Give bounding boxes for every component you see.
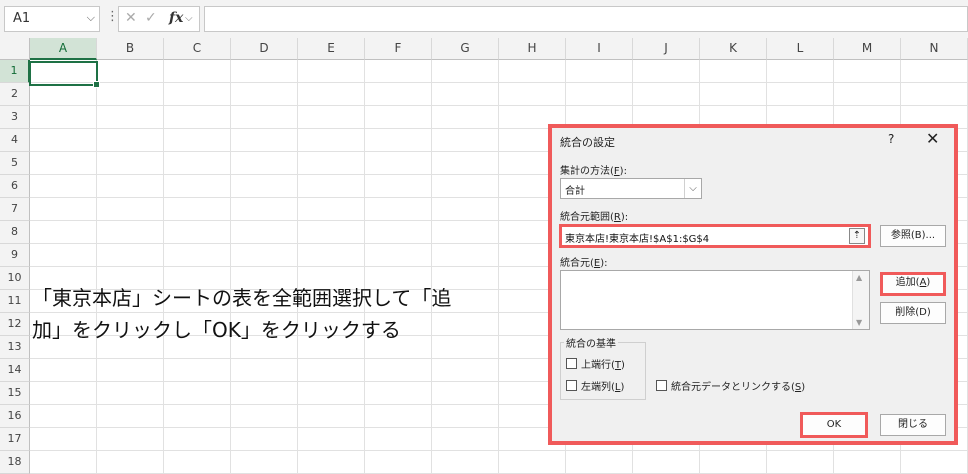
scroll-up-icon[interactable]: ▲ [856, 273, 862, 282]
dialog-title: 統合の設定 [560, 136, 615, 149]
column-header-f[interactable]: F [365, 38, 432, 60]
consolidate-dialog: 統合の設定 ? ✕ 集計の方法(F): 合計 ⌵ 統合元範囲(R): 東京本店!… [548, 124, 958, 445]
row-header-4[interactable]: 4 [0, 129, 30, 152]
browse-button[interactable]: 参照(B)... [880, 225, 946, 247]
row-header-15[interactable]: 15 [0, 382, 30, 405]
reference-input[interactable]: 東京本店!東京本店!$A$1:$G$4 ⇡ [559, 224, 871, 248]
column-header-c[interactable]: C [164, 38, 231, 60]
all-references-list[interactable]: ▲ ▼ [560, 270, 870, 330]
list-scrollbar[interactable]: ▲ ▼ [852, 271, 869, 329]
column-header-e[interactable]: E [298, 38, 365, 60]
fx-button[interactable]: fx [169, 10, 183, 26]
row-header-8[interactable]: 8 [0, 221, 30, 244]
row-header-2[interactable]: 2 [0, 83, 30, 106]
row-header-5[interactable]: 5 [0, 152, 30, 175]
row-header-14[interactable]: 14 [0, 359, 30, 382]
fx-chevron-icon[interactable]: ⌵ [185, 13, 193, 24]
row-header-10[interactable]: 10 [0, 267, 30, 290]
all-references-label: 統合元(E): [560, 258, 608, 269]
instruction-line-2: 加」をクリックし「OK」をクリックする [32, 318, 401, 342]
row-header-9[interactable]: 9 [0, 244, 30, 267]
collapse-dialog-icon[interactable]: ⇡ [849, 228, 865, 244]
row-header-16[interactable]: 16 [0, 405, 30, 428]
fill-handle[interactable] [93, 81, 100, 88]
chevron-down-icon[interactable]: ⌵ [87, 11, 95, 25]
chevron-down-icon[interactable]: ⌵ [684, 179, 701, 198]
row-header-1[interactable]: 1 [0, 60, 30, 83]
column-header-i[interactable]: I [566, 38, 633, 60]
add-button[interactable]: 追加(A) [880, 272, 946, 296]
column-header-g[interactable]: G [432, 38, 499, 60]
active-cell[interactable] [29, 61, 100, 88]
row-header-13[interactable]: 13 [0, 336, 30, 359]
instruction-text: 「東京本店」シートの表を全範囲選択して「追 加」をクリックし「OK」をクリックす… [32, 282, 552, 346]
link-source-checkbox[interactable]: 統合元データとリンクする(S) [656, 378, 805, 393]
function-label: 集計の方法(F): [560, 166, 627, 177]
instruction-line-1: 「東京本店」シートの表を全範囲選択して「追 [32, 286, 452, 310]
function-select[interactable]: 合計 ⌵ [560, 178, 702, 199]
delete-button[interactable]: 削除(D) [880, 302, 946, 324]
column-header-b[interactable]: B [97, 38, 164, 60]
reference-label: 統合元範囲(R): [560, 212, 629, 223]
column-header-a[interactable]: A [30, 38, 97, 60]
row-header-18[interactable]: 18 [0, 451, 30, 474]
formula-input[interactable] [204, 6, 968, 32]
row-header-12[interactable]: 12 [0, 313, 30, 336]
column-header-k[interactable]: K [700, 38, 767, 60]
name-box[interactable]: A1 ⌵ [4, 6, 100, 32]
close-button[interactable]: 閉じる [880, 414, 946, 436]
column-header-m[interactable]: M [834, 38, 901, 60]
row-header-6[interactable]: 6 [0, 175, 30, 198]
ok-button[interactable]: OK [800, 412, 868, 438]
name-box-value: A1 [13, 11, 31, 26]
select-all-corner[interactable] [0, 38, 30, 60]
use-labels-title: 統合の基準 [564, 335, 618, 350]
left-column-checkbox[interactable]: 左端列(L) [566, 378, 624, 393]
row-header-7[interactable]: 7 [0, 198, 30, 221]
column-header-d[interactable]: D [231, 38, 298, 60]
function-value: 合計 [565, 186, 585, 197]
formula-bar: A1 ⌵ ⋮ ✕ ✓ fx ⌵ [0, 0, 968, 39]
row-header-11[interactable]: 11 [0, 290, 30, 313]
close-icon[interactable]: ✕ [926, 129, 939, 148]
row-header-17[interactable]: 17 [0, 428, 30, 451]
column-header-j[interactable]: J [633, 38, 700, 60]
formula-buttons: ✕ ✓ fx ⌵ [118, 6, 200, 32]
top-row-checkbox[interactable]: 上端行(T) [566, 356, 625, 371]
help-icon[interactable]: ? [888, 132, 894, 146]
column-header-l[interactable]: L [767, 38, 834, 60]
check-icon[interactable]: ✓ [145, 10, 157, 26]
scroll-down-icon[interactable]: ▼ [856, 318, 862, 327]
row-header-3[interactable]: 3 [0, 106, 30, 129]
column-header-h[interactable]: H [499, 38, 566, 60]
column-header-n[interactable]: N [901, 38, 968, 60]
close-icon[interactable]: ✕ [125, 10, 137, 26]
reference-value: 東京本店!東京本店!$A$1:$G$4 [565, 234, 710, 245]
